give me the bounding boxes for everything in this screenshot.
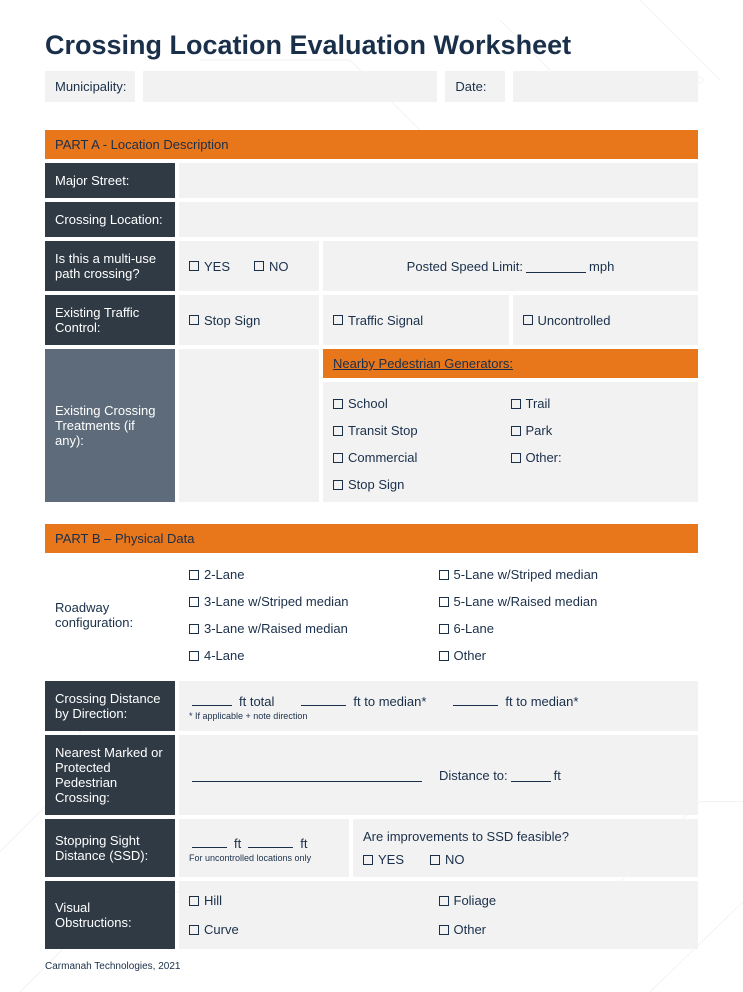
checkbox-icon — [189, 896, 199, 906]
checkbox-icon — [189, 570, 199, 580]
posted-speed-cell: Posted Speed Limit: mph — [323, 241, 698, 291]
ssd-label: Stopping Sight Distance (SSD): — [45, 819, 175, 877]
major-street-input[interactable] — [179, 163, 698, 198]
checkbox-icon — [333, 480, 343, 490]
traffic-uncontrolled[interactable]: Uncontrolled — [513, 295, 699, 345]
ssd-yes[interactable]: YES — [363, 852, 404, 867]
traffic-stop-sign[interactable]: Stop Sign — [179, 295, 319, 345]
part-a-header: PART A - Location Description — [45, 130, 698, 159]
ssd-inputs: ft ft For uncontrolled locations only — [179, 819, 349, 877]
cd-median2-input[interactable] — [453, 692, 498, 706]
crossing-distance-label: Crossing Distance by Direction: — [45, 681, 175, 731]
ped-gen-commercial[interactable]: Commercial — [333, 450, 497, 465]
ssd-input-1[interactable] — [192, 834, 227, 848]
lane-3-striped[interactable]: 3-Lane w/Striped median — [189, 594, 425, 609]
ped-gen-header: Nearby Pedestrian Generators: — [323, 349, 698, 378]
ssd-improvements: Are improvements to SSD feasible? YES NO — [353, 819, 698, 877]
ssd-improve-label: Are improvements to SSD feasible? — [363, 829, 569, 844]
municipality-input[interactable] — [143, 71, 437, 102]
nearest-name-input[interactable] — [192, 768, 422, 782]
crossing-location-label: Crossing Location: — [45, 202, 175, 237]
part-b-header: PART B – Physical Data — [45, 524, 698, 553]
footer-text: Carmanah Technologies, 2021 — [45, 961, 698, 972]
checkbox-icon — [189, 925, 199, 935]
multi-use-no[interactable]: NO — [254, 259, 289, 274]
checkbox-icon — [439, 896, 449, 906]
roadway-config-label: Roadway configuration: — [45, 553, 175, 677]
visual-obstructions-options: Hill Curve Foliage Other — [179, 881, 698, 949]
multi-use-options: YES NO — [179, 241, 319, 291]
ped-gen-container: Nearby Pedestrian Generators: School Tra… — [323, 349, 698, 502]
obs-hill[interactable]: Hill — [189, 893, 425, 908]
checkbox-icon — [439, 597, 449, 607]
checkbox-icon — [254, 261, 264, 271]
traffic-signal[interactable]: Traffic Signal — [323, 295, 509, 345]
roadway-config-options: 2-Lane 3-Lane w/Striped median 3-Lane w/… — [179, 553, 698, 677]
major-street-label: Major Street: — [45, 163, 175, 198]
top-meta-row: Municipality: Date: — [45, 71, 698, 102]
obs-foliage[interactable]: Foliage — [439, 893, 675, 908]
ped-gen-school[interactable]: School — [333, 396, 497, 411]
ped-gen-options: School Transit Stop Commercial Stop Sign… — [323, 382, 698, 502]
page-title: Crossing Location Evaluation Worksheet — [45, 30, 698, 61]
obs-curve[interactable]: Curve — [189, 922, 425, 937]
lane-other[interactable]: Other — [439, 648, 675, 663]
mph-label: mph — [589, 259, 614, 274]
visual-obstructions-label: Visual Obstructions: — [45, 881, 175, 949]
ssd-input-2[interactable] — [248, 834, 293, 848]
multi-use-label: Is this a multi-use path crossing? — [45, 241, 175, 291]
checkbox-icon — [439, 651, 449, 661]
ped-gen-trail[interactable]: Trail — [511, 396, 675, 411]
lane-5-striped[interactable]: 5-Lane w/Striped median — [439, 567, 675, 582]
checkbox-icon — [333, 426, 343, 436]
ped-gen-stop-sign[interactable]: Stop Sign — [333, 477, 497, 492]
date-input[interactable] — [513, 71, 698, 102]
nearest-distance-input[interactable] — [511, 768, 551, 782]
nearest-crossing-inputs: Distance to: ft — [179, 735, 698, 815]
ped-gen-park[interactable]: Park — [511, 423, 675, 438]
lane-5-raised[interactable]: 5-Lane w/Raised median — [439, 594, 675, 609]
checkbox-icon — [333, 399, 343, 409]
checkbox-icon — [430, 855, 440, 865]
posted-speed-input[interactable] — [526, 259, 586, 273]
lane-6[interactable]: 6-Lane — [439, 621, 675, 636]
posted-speed-label: Posted Speed Limit: — [407, 259, 523, 274]
existing-crossing-input[interactable] — [179, 349, 319, 502]
municipality-label: Municipality: — [45, 71, 135, 102]
checkbox-icon — [439, 925, 449, 935]
ped-gen-transit[interactable]: Transit Stop — [333, 423, 497, 438]
checkbox-icon — [511, 426, 521, 436]
checkbox-icon — [333, 315, 343, 325]
checkbox-icon — [511, 399, 521, 409]
checkbox-icon — [189, 315, 199, 325]
crossing-distance-inputs: ft total ft to median* ft to median* * I… — [179, 681, 698, 731]
crossing-location-input[interactable] — [179, 202, 698, 237]
checkbox-icon — [189, 261, 199, 271]
lane-2[interactable]: 2-Lane — [189, 567, 425, 582]
checkbox-icon — [511, 453, 521, 463]
checkbox-icon — [189, 597, 199, 607]
lane-4[interactable]: 4-Lane — [189, 648, 425, 663]
existing-traffic-label: Existing Traffic Control: — [45, 295, 175, 345]
date-label: Date: — [445, 71, 505, 102]
checkbox-icon — [189, 624, 199, 634]
ssd-footnote: For uncontrolled locations only — [189, 853, 311, 863]
checkbox-icon — [439, 624, 449, 634]
obs-other[interactable]: Other — [439, 922, 675, 937]
cd-footnote: * If applicable + note direction — [189, 711, 307, 721]
lane-3-raised[interactable]: 3-Lane w/Raised median — [189, 621, 425, 636]
nearest-crossing-label: Nearest Marked or Protected Pedestrian C… — [45, 735, 175, 815]
ped-gen-other[interactable]: Other: — [511, 450, 675, 465]
cd-median1-input[interactable] — [301, 692, 346, 706]
checkbox-icon — [189, 651, 199, 661]
checkbox-icon — [523, 315, 533, 325]
existing-crossing-label: Existing Crossing Treatments (if any): — [45, 349, 175, 502]
checkbox-icon — [439, 570, 449, 580]
multi-use-yes[interactable]: YES — [189, 259, 230, 274]
checkbox-icon — [333, 453, 343, 463]
checkbox-icon — [363, 855, 373, 865]
cd-total-input[interactable] — [192, 692, 232, 706]
ssd-no[interactable]: NO — [430, 852, 465, 867]
